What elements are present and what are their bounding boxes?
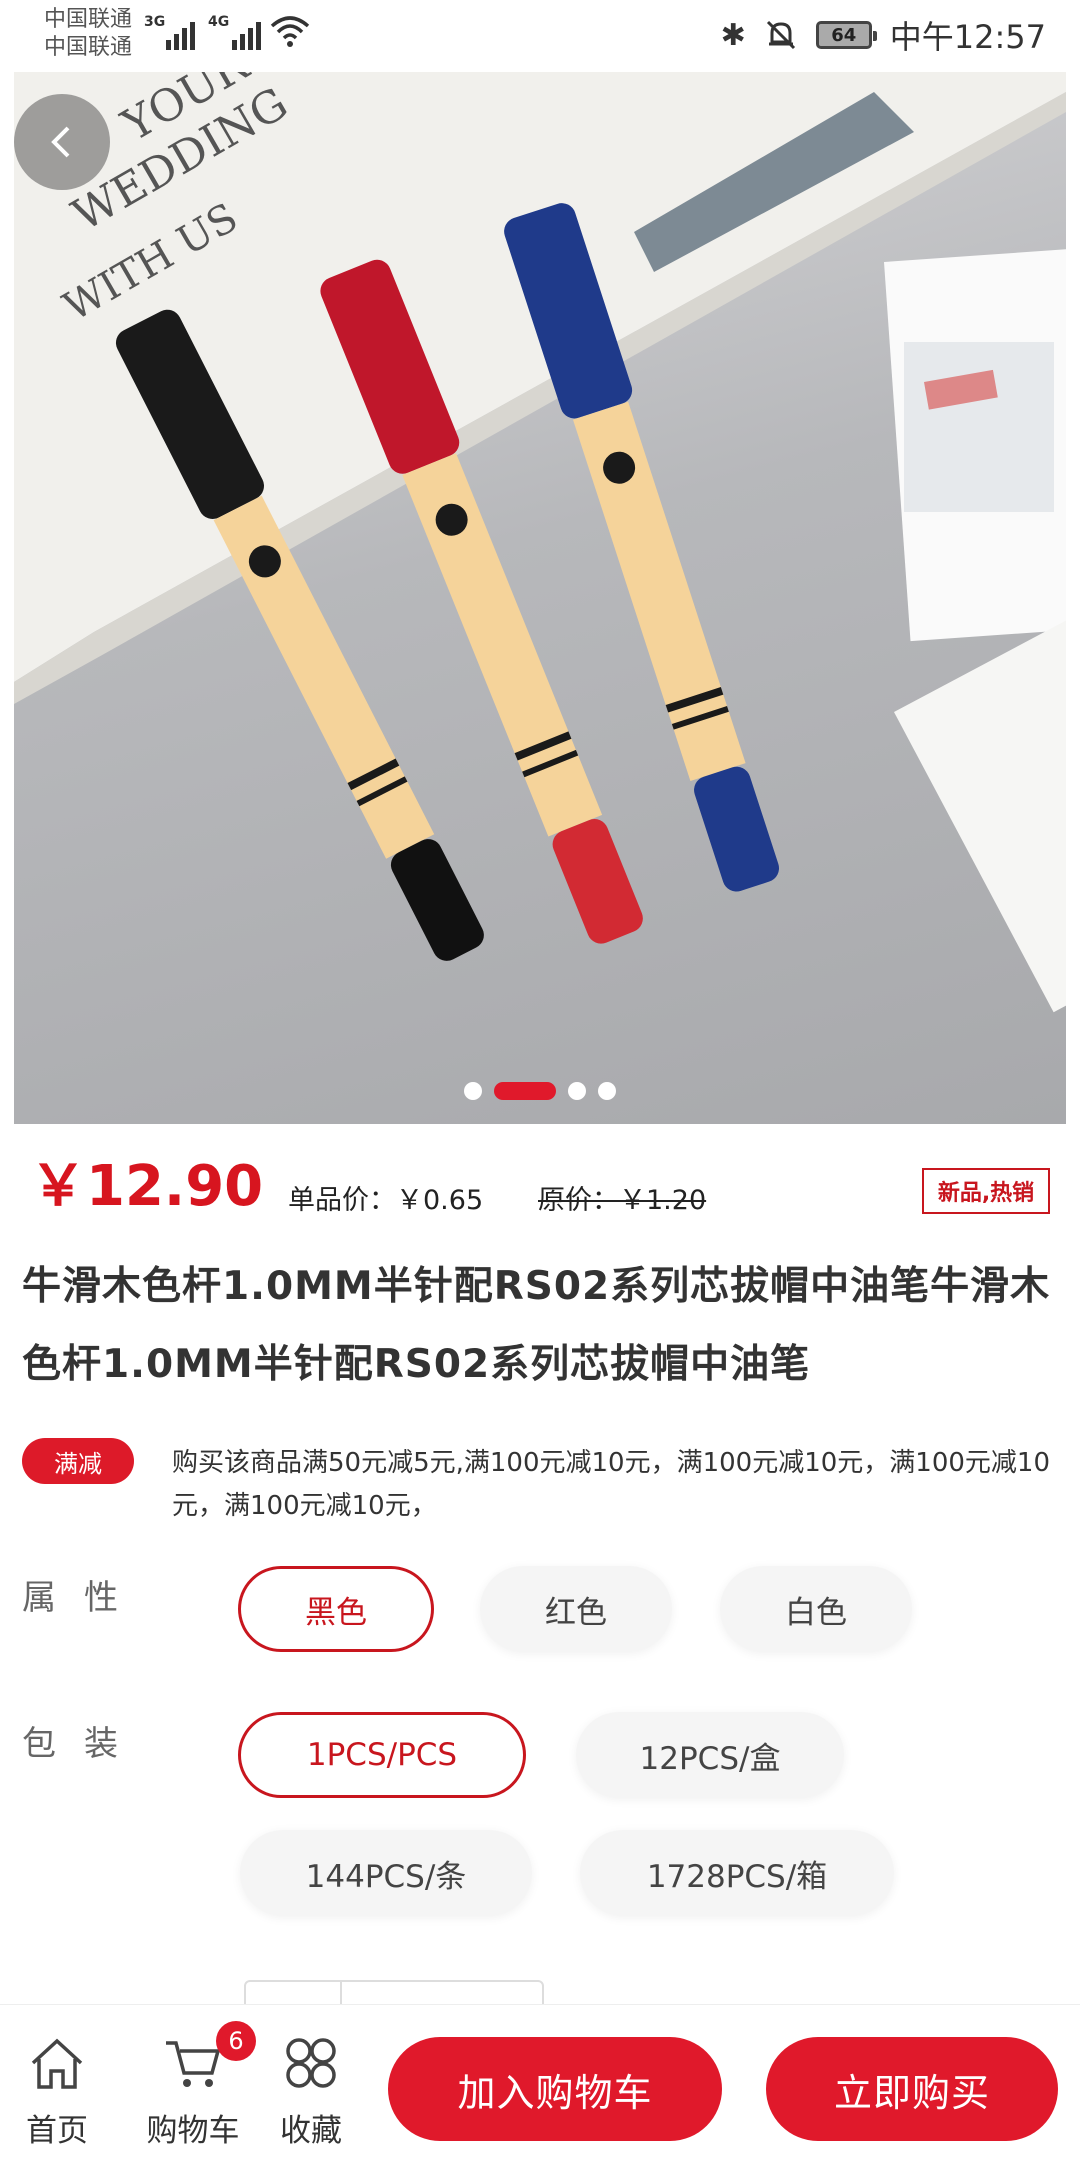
unit-price: 单品价：￥0.65 [288, 1185, 484, 1216]
buy-now-button[interactable]: 立即购买 [766, 2037, 1058, 2141]
nav-home-label: 首页 [26, 2113, 88, 2149]
back-button[interactable] [14, 94, 110, 190]
network-type-1: 3G [144, 14, 166, 30]
option-color-black[interactable]: 黑色 [238, 1566, 434, 1652]
clock: 中午12:57 [889, 18, 1046, 56]
product-title: 牛滑木色杆1.0MM半针配RS02系列芯拔帽中油笔牛滑木色杆1.0MM半针配RS… [22, 1264, 1051, 1387]
option-pack-144pcs[interactable]: 144PCS/条 [240, 1830, 532, 1916]
promotion-text: 购买该商品满50元减5元,满100元减10元，满100元减10元，满100元减1… [172, 1448, 1051, 1521]
signal-1-icon [166, 16, 195, 50]
battery-icon: 64 [815, 21, 877, 49]
option-pack-12pcs[interactable]: 12PCS/盒 [576, 1712, 844, 1798]
wifi-icon [270, 16, 310, 47]
carousel-dot[interactable] [598, 1082, 616, 1100]
cart-count-badge: 6 [216, 2021, 256, 2061]
nav-cart-label: 购物车 [146, 2113, 240, 2149]
option-pack-1728pcs[interactable]: 1728PCS/箱 [580, 1830, 894, 1916]
nav-cart[interactable]: 6 购物车 [128, 2021, 258, 2150]
original-price: 原价：￥1.20 [538, 1185, 707, 1216]
product-image[interactable]: YOUR WEDDING WITH US [14, 72, 1066, 1124]
network-type-2: 4G [208, 14, 230, 30]
nav-favorite[interactable]: 收藏 [256, 2027, 366, 2150]
status-bar: 中国联通 中国联通 3G 4G ✱ 64 中午12:57 [0, 0, 1080, 72]
carrier-2: 中国联通 [44, 35, 133, 60]
price: ￥12.90 [30, 1154, 264, 1219]
carousel-indicator [0, 1082, 1080, 1100]
mute-bell-icon [766, 20, 795, 50]
nav-favorite-label: 收藏 [280, 2113, 342, 2149]
carrier-1: 中国联通 [44, 7, 133, 32]
home-icon [2, 2027, 112, 2099]
chevron-left-icon [51, 126, 70, 158]
bluetooth-icon: ✱ [720, 17, 746, 53]
product-photo-icon: YOUR WEDDING WITH US [14, 72, 1066, 1013]
option-color-red[interactable]: 红色 [480, 1566, 672, 1652]
attribute-label: 属性 [22, 1578, 146, 1618]
carrier-names: 中国联通 中国联通 [44, 6, 132, 62]
add-to-cart-button[interactable]: 加入购物车 [388, 2037, 722, 2141]
shopping-cart-icon: 6 [128, 2021, 258, 2099]
option-pack-1pcs[interactable]: 1PCS/PCS [238, 1712, 526, 1798]
promotion-badge: 满减 [22, 1438, 134, 1484]
nav-home[interactable]: 首页 [2, 2027, 112, 2150]
option-color-white[interactable]: 白色 [720, 1566, 912, 1652]
packaging-label: 包装 [22, 1724, 146, 1764]
carousel-dot[interactable] [568, 1082, 586, 1100]
carousel-dot[interactable] [464, 1082, 482, 1100]
favorite-icon [256, 2027, 366, 2099]
carousel-dot-active[interactable] [494, 1082, 556, 1100]
signal-2-icon [232, 16, 261, 50]
bottom-action-bar: 首页 6 购物车 收藏 加入购物车 立即购买 [0, 2004, 1080, 2160]
product-tag-badge: 新品,热销 [922, 1168, 1050, 1214]
